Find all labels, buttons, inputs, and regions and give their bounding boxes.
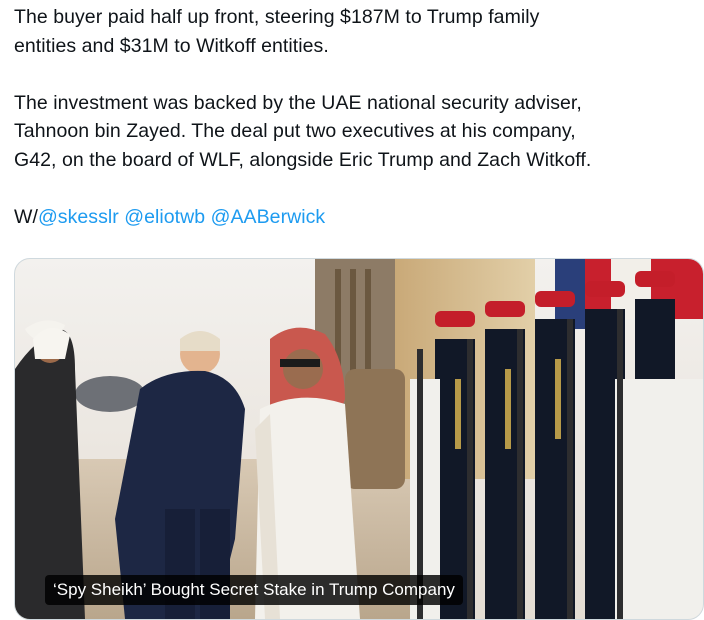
tweet-text: The buyer paid half up front, steering $… [14, 3, 694, 231]
tweet-line: The buyer paid half up front, steering $… [14, 6, 540, 28]
media-card[interactable]: ‘Spy Sheikh’ Bought Secret Stake in Trum… [14, 258, 704, 620]
mention-link-aaberwick[interactable]: @AABerwick [211, 206, 326, 228]
tweet-line: Tahnoon bin Zayed. The deal put two exec… [14, 120, 576, 142]
mentions-line: W/@skesslr @eliotwb @AABerwick [14, 203, 694, 232]
news-photo [15, 259, 703, 619]
tweet-line: entities and $31M to Witkoff entities. [14, 34, 329, 57]
mention-link-skesslr[interactable]: @skesslr [38, 206, 119, 228]
tweet-line: The investment was backed by the UAE nat… [14, 91, 582, 114]
mention-link-eliotwb[interactable]: @eliotwb [124, 206, 205, 228]
with-prefix: W/ [14, 205, 38, 228]
media-caption: ‘Spy Sheikh’ Bought Secret Stake in Trum… [45, 575, 463, 605]
tweet-line: G42, on the board of WLF, alongside Eric… [14, 148, 592, 171]
